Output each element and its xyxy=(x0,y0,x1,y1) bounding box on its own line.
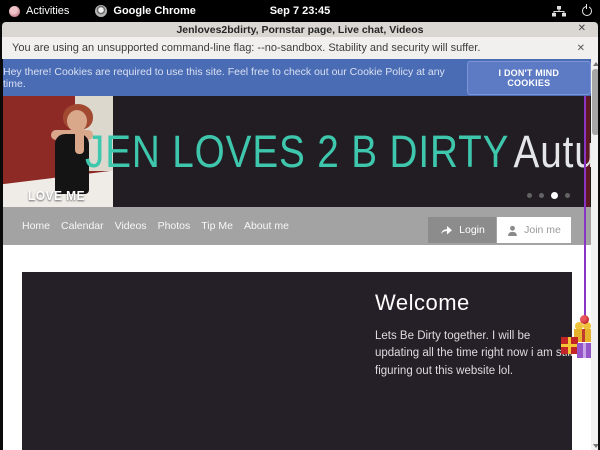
welcome-block: Welcome Lets Be Dirty together. I will b… xyxy=(375,290,585,380)
welcome-panel: Welcome Lets Be Dirty together. I will b… xyxy=(22,272,572,450)
window-close-icon[interactable]: ✕ xyxy=(578,23,586,34)
cookie-message: Hey there! Cookies are required to use t… xyxy=(3,66,454,90)
network-icon[interactable] xyxy=(552,6,566,17)
system-top-bar: Activities Google Chrome Sep 7 23:45 xyxy=(0,0,600,22)
nav-item-aboutme[interactable]: About me xyxy=(244,220,289,232)
cookie-consent-bar: Hey there! Cookies are required to use t… xyxy=(3,59,591,96)
gift-box-red-icon[interactable] xyxy=(561,337,578,354)
welcome-body: Lets Be Dirty together. I will be updati… xyxy=(375,328,575,380)
hero-title-main: JEN LOVES 2 B DIRTY xyxy=(85,126,509,178)
power-icon[interactable] xyxy=(582,6,592,16)
gift-ball-icon[interactable] xyxy=(580,315,589,324)
cookie-accept-button[interactable]: I DON'T MIND COOKIES xyxy=(467,61,591,95)
nav-item-home[interactable]: Home xyxy=(22,220,50,232)
infobar-close-icon[interactable]: ✕ xyxy=(577,43,585,54)
photo-caption: LOVE ME xyxy=(28,188,85,203)
clock[interactable]: Sep 7 23:45 xyxy=(0,5,600,17)
photo-model-arm xyxy=(75,128,84,154)
window-title: Jenloves2bdirty, Pornstar page, Live cha… xyxy=(176,24,423,36)
join-button[interactable]: Join me xyxy=(497,217,571,243)
hero-slideshow: LOVE ME JEN LOVES 2 B DIRTY Autumn xyxy=(3,96,591,207)
login-button[interactable]: Login xyxy=(428,217,496,243)
desktop-edge-left xyxy=(0,22,3,450)
nav-item-tipme[interactable]: Tip Me xyxy=(201,220,233,232)
nav-item-videos[interactable]: Videos xyxy=(115,220,147,232)
login-arrow-icon xyxy=(439,225,453,235)
nav-item-calendar[interactable]: Calendar xyxy=(61,220,104,232)
hero-title-accent: Autumn xyxy=(514,126,591,178)
nav-item-photos[interactable]: Photos xyxy=(158,220,191,232)
person-icon xyxy=(507,225,518,236)
infobar-message: You are using an unsupported command-lin… xyxy=(12,42,480,54)
login-label: Login xyxy=(459,224,485,236)
hero-title: JEN LOVES 2 B DIRTY Autumn xyxy=(85,96,591,207)
page-content: Welcome Lets Be Dirty together. I will b… xyxy=(3,245,591,450)
site-navbar: Home Calendar Videos Photos Tip Me About… xyxy=(3,207,591,245)
gift-string xyxy=(584,96,586,322)
chrome-infobar: You are using an unsupported command-lin… xyxy=(2,37,598,59)
join-label: Join me xyxy=(524,224,561,236)
system-tray xyxy=(552,0,592,22)
window-titlebar[interactable]: Jenloves2bdirty, Pornstar page, Live cha… xyxy=(2,22,598,37)
gift-box-purple-icon[interactable] xyxy=(577,343,592,358)
welcome-heading: Welcome xyxy=(375,290,585,316)
